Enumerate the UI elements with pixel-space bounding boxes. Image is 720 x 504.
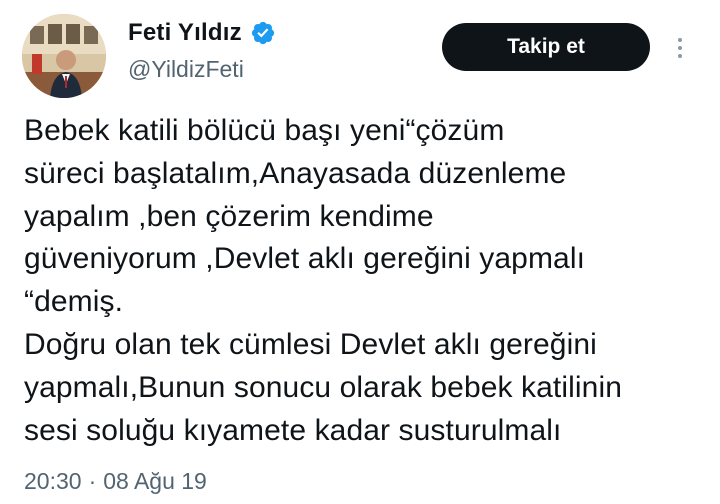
tweet-text-line: güveniyorum ,Devlet aklı gereğini yapmal…: [24, 242, 586, 276]
tweet-time: 20:30: [24, 468, 82, 494]
tweet-text-line: yapmalı,Bunun sonucu olarak bebek katili…: [24, 370, 623, 404]
tweet-date: 08 Ağu 19: [103, 468, 207, 494]
avatar[interactable]: [22, 14, 106, 98]
more-vertical-icon[interactable]: [668, 30, 692, 66]
tweet-text-line: yapalım ,ben çözerim kendime: [24, 199, 434, 233]
author-display-name[interactable]: Feti Yıldız: [128, 19, 242, 47]
tweet-text-line: sesi soluğu kıyamete kadar susturulmalı: [24, 413, 562, 447]
author-handle[interactable]: @YildizFeti: [128, 56, 244, 83]
tweet-card: Feti Yıldız @YildizFeti Takip et Bebek k…: [0, 0, 720, 504]
author-name-row: Feti Yıldız: [128, 18, 276, 48]
tweet-text-line: Bebek katili bölücü başı yeni“çözüm: [24, 114, 505, 147]
tweet-text-line: süreci başlatalım,Anayasada düzenleme: [24, 156, 567, 190]
tweet-text-line: Doğru olan tek cümlesi Devlet aklı gereğ…: [24, 327, 597, 361]
tweet-text: Bebek katili bölücü başı yeni“çözüm süre…: [24, 110, 714, 452]
tweet-text-line: “demiş.: [24, 285, 124, 319]
avatar-photo: [22, 14, 106, 98]
verified-badge-icon: [250, 20, 276, 46]
tweet-timestamp[interactable]: 20:30 · 08 Ağu 19: [24, 468, 207, 495]
follow-button[interactable]: Takip et: [442, 23, 650, 71]
timestamp-separator: ·: [88, 468, 97, 494]
